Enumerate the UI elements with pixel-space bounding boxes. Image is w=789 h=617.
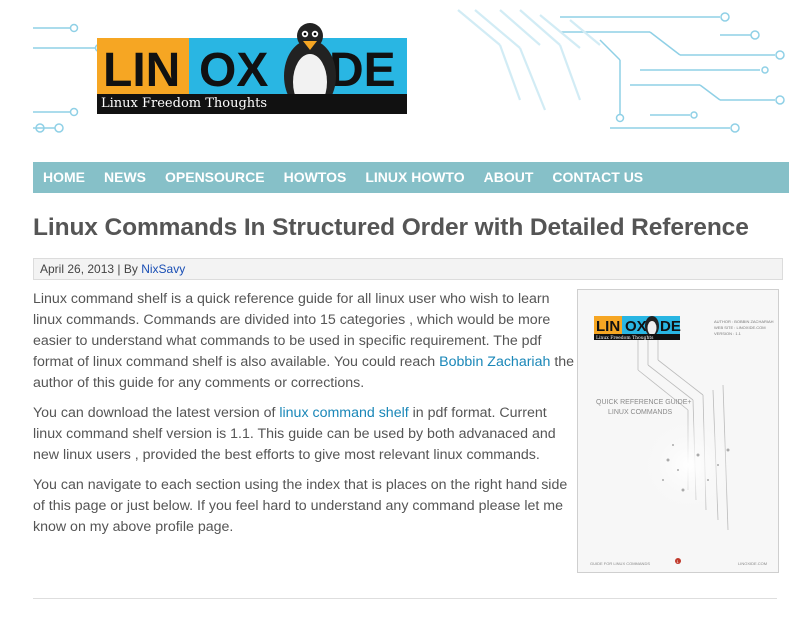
paragraph-1: Linux command shelf is a quick reference… [33,289,575,394]
paragraph-2-text-a: You can download the latest version of [33,405,280,421]
article-date: April 26, 2013 [40,262,115,276]
nav-about[interactable]: ABOUT [474,162,543,193]
article-body: Linux command shelf is a quick reference… [33,289,575,547]
author-bobbin-link[interactable]: Bobbin Zachariah [439,354,550,370]
nav-news[interactable]: NEWS [94,162,155,193]
nav-contact-us[interactable]: CONTACT US [542,162,652,193]
cover-footer-right: LINOXIDE.COM [738,561,767,566]
cover-meta-author: AUTHOR : BOBBIN ZACHARIAH [714,319,774,324]
nav-linux-howto[interactable]: LINUX HOWTO [355,162,473,193]
paragraph-2: You can download the latest version of l… [33,403,575,466]
nav-opensource[interactable]: OPENSOURCE [155,162,274,193]
main-nav: HOME NEWS OPENSOURCE HOWTOS LINUX HOWTO … [33,162,789,193]
guide-cover-image[interactable]: LIN OX DE Linux Freedom Thoughts AUTHOR … [577,289,779,573]
cover-footer-left: GUIDE FOR LINUX COMMANDS [590,561,650,566]
cover-title-line2: LINUX COMMANDS [608,409,673,416]
site-header: LIN OX DE Linux Freedom Thoughts [0,0,789,150]
cover-logo-lin: LIN [596,318,620,335]
cover-tagline: Linux Freedom Thoughts [596,335,654,341]
cover-title-line1: QUICK REFERENCE GUIDE+ [596,399,692,406]
logo-tagline: Linux Freedom Thoughts [97,94,407,114]
cover-graphic: LIN OX DE Linux Freedom Thoughts AUTHOR … [578,290,778,572]
cover-meta-version: VERSION : 1.1 [714,331,742,336]
content-divider [33,598,777,599]
meta-separator: | By [114,262,142,276]
logo-lin: LIN [103,44,180,97]
article-meta: April 26, 2013 | By NixSavy [33,258,783,280]
site-logo[interactable]: LIN OX DE Linux Freedom Thoughts [97,22,407,114]
logo-ox: OX [199,44,268,97]
cover-meta-site: WEB SITE : LINOXIDE.COM [714,325,766,330]
command-shelf-link[interactable]: linux command shelf [279,405,408,421]
cover-logo-de: DE [660,318,681,335]
nav-howtos[interactable]: HOWTOS [274,162,356,193]
paragraph-3: You can navigate to each section using t… [33,477,568,535]
cover-logo-ox: OX [625,318,647,335]
author-link[interactable]: NixSavy [141,262,185,276]
logo-de: DE [329,44,396,97]
nav-home[interactable]: HOME [33,162,94,193]
article-title: Linux Commands In Structured Order with … [33,214,749,241]
